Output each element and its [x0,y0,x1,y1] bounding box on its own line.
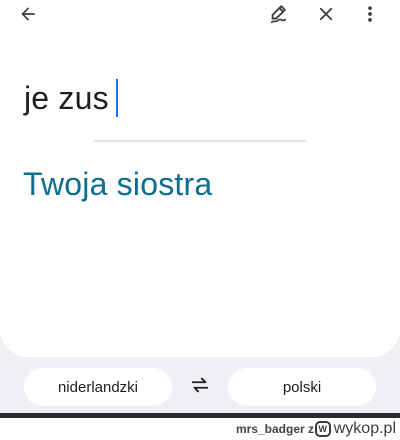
swap-arrows-icon [189,374,211,401]
back-button[interactable] [10,0,46,28]
divider [94,140,306,142]
handwriting-button[interactable] [261,0,297,28]
more-vert-icon [360,4,380,24]
clear-button[interactable] [308,0,344,28]
wykop-logo-icon: W [314,421,331,437]
text-caret [115,79,118,117]
close-icon [317,5,335,23]
handwriting-pen-icon [268,3,290,25]
source-language-label: niderlandzki [57,378,139,396]
arrow-left-icon [18,4,38,24]
wykop-watermark: W wykop.pl [314,420,396,438]
watermark-bar: mrs_badger z W wykop.pl [0,418,400,440]
source-text: je zus [24,79,109,116]
source-language-button[interactable]: niderlandzki [24,368,172,406]
more-options-button[interactable] [352,0,388,28]
source-input[interactable]: je zus [24,76,118,120]
target-language-button[interactable]: polski [228,368,376,406]
translation-text: Twoja siostra [23,166,213,202]
translation-card: je zus Twoja siostra [0,0,400,357]
wykop-site-text: wykop.pl [333,420,396,437]
target-language-label: polski [282,378,322,396]
watermark-credit: mrs_badger z [235,422,314,436]
swap-languages-button[interactable] [182,372,218,402]
